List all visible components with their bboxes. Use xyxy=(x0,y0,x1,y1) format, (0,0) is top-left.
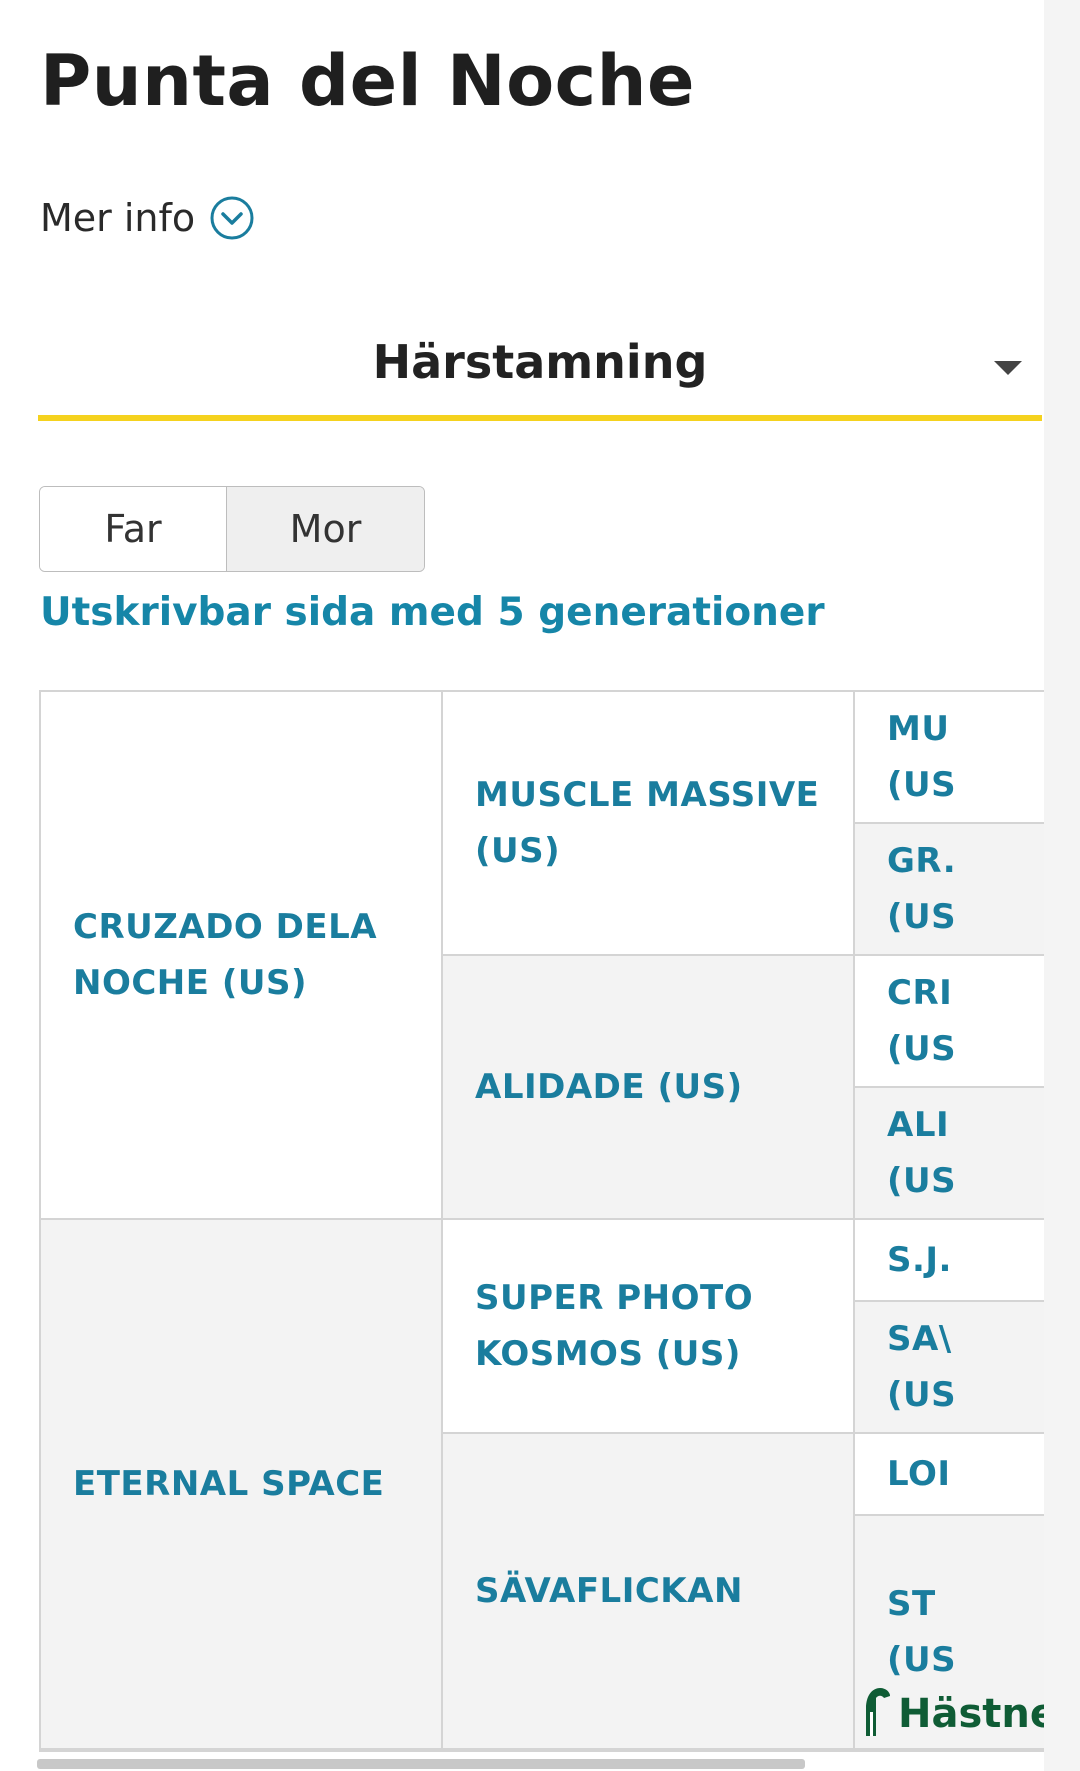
horizontal-scrollbar[interactable] xyxy=(37,1759,805,1769)
caret-down-icon xyxy=(994,361,1022,375)
pedigree-sire-sire[interactable]: MUSCLE MASSIVE (US) xyxy=(443,692,855,956)
pedigree-gen3-name: GR. (US xyxy=(887,841,957,937)
page: Punta del Noche Mer info Härstamning Far… xyxy=(0,0,1076,1771)
pedigree-gen3-name: S.J. xyxy=(887,1240,952,1280)
pedigree-gen3-cell[interactable]: SA\ (US xyxy=(855,1302,1045,1434)
pedigree-gen3-cell[interactable]: GR. (US xyxy=(855,824,1045,956)
pedigree-dam-dam[interactable]: SÄVAFLICKAN xyxy=(443,1434,855,1750)
toggle-mor-button[interactable]: Mor xyxy=(227,487,424,571)
pedigree-gen3-cell[interactable]: S.J. xyxy=(855,1220,1045,1302)
parent-toggle: Far Mor xyxy=(39,486,425,572)
pedigree-dam-sire-name: SUPER PHOTO KOSMOS (US) xyxy=(475,1278,754,1374)
pedigree-gen3-name: MU (US xyxy=(887,709,957,805)
more-info-toggle[interactable]: Mer info xyxy=(40,195,255,241)
section-dropdown[interactable]: Härstamning xyxy=(38,325,1042,421)
pedigree-sire[interactable]: CRUZADO DELA NOCHE (US) xyxy=(41,692,443,1220)
pedigree-gen3-cell[interactable]: LOI xyxy=(855,1434,1045,1516)
pedigree-gen3-name: ST (US xyxy=(887,1584,957,1680)
pedigree-sire-dam[interactable]: ALIDADE (US) xyxy=(443,956,855,1220)
toggle-far-button[interactable]: Far xyxy=(40,487,227,571)
pedigree-table: CRUZADO DELA NOCHE (US) ETERNAL SPACE MU… xyxy=(39,690,1045,1752)
pedigree-sire-dam-name: ALIDADE (US) xyxy=(475,1067,743,1107)
chevron-down-circle-icon xyxy=(210,196,254,240)
horse-logo-icon xyxy=(866,1688,890,1736)
pedigree-dam[interactable]: ETERNAL SPACE xyxy=(41,1220,443,1750)
pedigree-gen3-name: CRI (US xyxy=(887,973,957,1069)
printable-page-link[interactable]: Utskrivbar sida med 5 generationer xyxy=(40,590,825,635)
page-title: Punta del Noche xyxy=(40,40,695,122)
section-dropdown-label: Härstamning xyxy=(372,335,708,389)
page-edge xyxy=(1044,0,1080,1771)
pedigree-gen3-name: SA\ (US xyxy=(887,1319,957,1415)
pedigree-gen3-name: ALI (US xyxy=(887,1105,957,1201)
pedigree-dam-name: ETERNAL SPACE xyxy=(73,1464,385,1504)
pedigree-sire-sire-name: MUSCLE MASSIVE (US) xyxy=(475,775,820,871)
pedigree-dam-sire[interactable]: SUPER PHOTO KOSMOS (US) xyxy=(443,1220,855,1434)
pedigree-gen3-name: LOI xyxy=(887,1454,951,1494)
pedigree-dam-dam-name: SÄVAFLICKAN xyxy=(475,1571,743,1611)
more-info-label: Mer info xyxy=(40,196,196,240)
pedigree-sire-name: CRUZADO DELA NOCHE (US) xyxy=(73,907,378,1003)
pedigree-gen3-cell[interactable]: CRI (US xyxy=(855,956,1045,1088)
pedigree-gen3-cell[interactable]: ALI (US xyxy=(855,1088,1045,1220)
pedigree-gen3-cell[interactable]: MU (US xyxy=(855,692,1045,824)
